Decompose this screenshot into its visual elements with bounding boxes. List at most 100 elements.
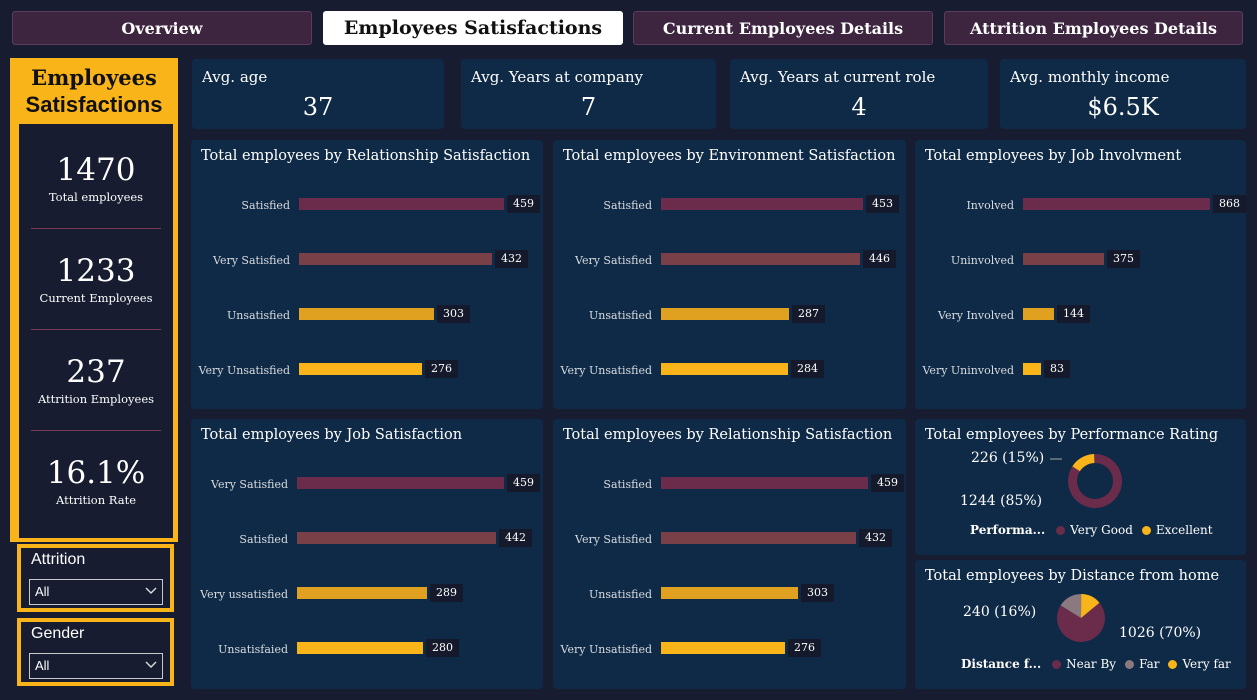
legend-swatch [1125, 659, 1135, 669]
bar[interactable] [297, 532, 496, 544]
chart-title: Total employees by Relationship Satisfac… [563, 427, 893, 443]
dropdown-value: All [35, 584, 50, 599]
bar-value-label: 289 [430, 584, 463, 602]
bar-value-label: 303 [801, 584, 834, 602]
tab-attrition-employees-details[interactable]: Attrition Employees Details [944, 11, 1243, 45]
distance-legend: Distance f... Near By Far Very far [961, 657, 1231, 671]
bar[interactable] [297, 642, 423, 654]
performance-legend: Performa... Very Good Excellent [970, 523, 1213, 537]
slicer-title: Attrition [31, 551, 86, 568]
bar-value-label: 83 [1044, 360, 1070, 378]
kpi-divider [31, 430, 161, 431]
stat-card-avg-monthly-income: Avg. monthly income $6.5K [1000, 59, 1246, 129]
tab-overview[interactable]: Overview [12, 11, 312, 45]
stat-value: 37 [302, 93, 334, 121]
chart-title: Total employees by Performance Rating [925, 427, 1219, 443]
kpi-value: 16.1% [46, 455, 146, 491]
bar[interactable] [1023, 253, 1104, 265]
attrition-slicer: Attrition All [17, 544, 174, 612]
chart-title: Total employees by Environment Satisfact… [563, 148, 896, 164]
bar[interactable] [297, 587, 427, 599]
bar[interactable] [661, 587, 798, 599]
stat-title: Avg. age [202, 68, 268, 86]
bar-value-label: 284 [791, 360, 824, 378]
bar[interactable] [1023, 198, 1210, 210]
kpi-value: 237 [66, 354, 126, 390]
kpi-label: Attrition Rate [55, 493, 136, 507]
bar[interactable] [661, 198, 863, 210]
attrition-dropdown[interactable]: All [29, 579, 163, 605]
kpi-value: 1233 [56, 253, 136, 289]
chart-relationship-satisfaction-2: Total employees by Relationship Satisfac… [553, 419, 906, 689]
bar-value-label: 453 [866, 195, 899, 213]
legend-swatch [1168, 659, 1178, 669]
bar-category-label: Unsatisfied [588, 309, 652, 322]
gender-dropdown[interactable]: All [29, 653, 163, 679]
bar-value-label: 446 [863, 250, 896, 268]
bar-value-label: 375 [1107, 250, 1140, 268]
legend-title: Performa... [970, 523, 1046, 537]
bar-value-label: 432 [859, 529, 892, 547]
bar-category-label: Satisfied [241, 199, 290, 212]
bar[interactable] [299, 198, 504, 210]
bar[interactable] [1023, 308, 1054, 320]
bar[interactable] [661, 253, 860, 265]
bar-category-label: Very Satisfied [211, 478, 288, 491]
bar[interactable] [661, 532, 856, 544]
bar-category-label: Very Unsatisfied [560, 364, 652, 377]
stat-title: Avg. Years at current role [740, 68, 936, 86]
stat-title: Avg. monthly income [1010, 68, 1170, 86]
chart-title: Total employees by Job Involvment [925, 148, 1182, 164]
bar[interactable] [661, 477, 868, 489]
bar[interactable] [299, 308, 434, 320]
bar-value-label: 276 [425, 360, 458, 378]
bar-category-label: Unsatisfied [588, 588, 652, 601]
distance-pie [1057, 594, 1105, 642]
chart-environment-satisfaction: Total employees by Environment Satisfact… [553, 140, 906, 409]
kpi-label: Attrition Employees [37, 392, 155, 406]
bar-value-label: 280 [426, 639, 459, 657]
bar[interactable] [297, 477, 504, 489]
chevron-down-icon [145, 587, 157, 594]
bar-category-label: Satisfied [603, 199, 652, 212]
tab-employees-satisfactions[interactable]: Employees Satisfactions [323, 11, 623, 45]
bar-category-label: Unsatisfied [226, 309, 290, 322]
kpi-current-employees: 1233 Current Employees [19, 253, 173, 305]
bar[interactable] [661, 308, 789, 320]
tab-current-employees-details[interactable]: Current Employees Details [633, 11, 933, 45]
bar-category-label: Uninvolved [950, 254, 1014, 267]
stat-card-avg-years-company: Avg. Years at company 7 [461, 59, 716, 129]
kpi-label: Current Employees [39, 291, 153, 305]
stat-value: 4 [851, 93, 867, 121]
bar-value-label: 287 [792, 305, 825, 323]
bar-value-label: 459 [507, 195, 540, 213]
bar[interactable] [1023, 363, 1041, 375]
stat-card-avg-years-role: Avg. Years at current role 4 [730, 59, 988, 129]
chart-title: Total employees by Distance from home [925, 568, 1220, 584]
bar-category-label: Very Unsatisfied [560, 643, 652, 656]
legend-item: Far [1139, 657, 1160, 671]
sidebar-title: Employees Satisfactions [10, 58, 178, 124]
bar-category-label: Very Satisfied [575, 254, 652, 267]
slicer-title: Gender [31, 625, 85, 642]
bar[interactable] [299, 253, 492, 265]
kpi-divider [31, 329, 161, 330]
chart-relationship-satisfaction: Total employees by Relationship Satisfac… [191, 140, 543, 409]
dropdown-value: All [35, 658, 50, 673]
sidebar-title-line2: Satisfactions [25, 92, 163, 117]
bar[interactable] [661, 642, 785, 654]
bar-value-label: 276 [788, 639, 821, 657]
bar-value-label: 144 [1057, 305, 1090, 323]
bar[interactable] [661, 363, 788, 375]
bar-category-label: Satisfied [603, 478, 652, 491]
kpi-label: Total employees [48, 190, 144, 204]
legend-title: Distance f... [961, 657, 1042, 671]
bar-value-label: 868 [1213, 195, 1246, 213]
bar-category-label: Satisfied [239, 533, 288, 546]
legend-item: Excellent [1155, 523, 1213, 537]
bar-category-label: Unsatisfaied [218, 643, 288, 656]
legend-swatch [1052, 659, 1062, 669]
bar[interactable] [299, 363, 422, 375]
legend-swatch [1056, 525, 1066, 535]
donut-label: 226 (15%) [971, 450, 1045, 466]
